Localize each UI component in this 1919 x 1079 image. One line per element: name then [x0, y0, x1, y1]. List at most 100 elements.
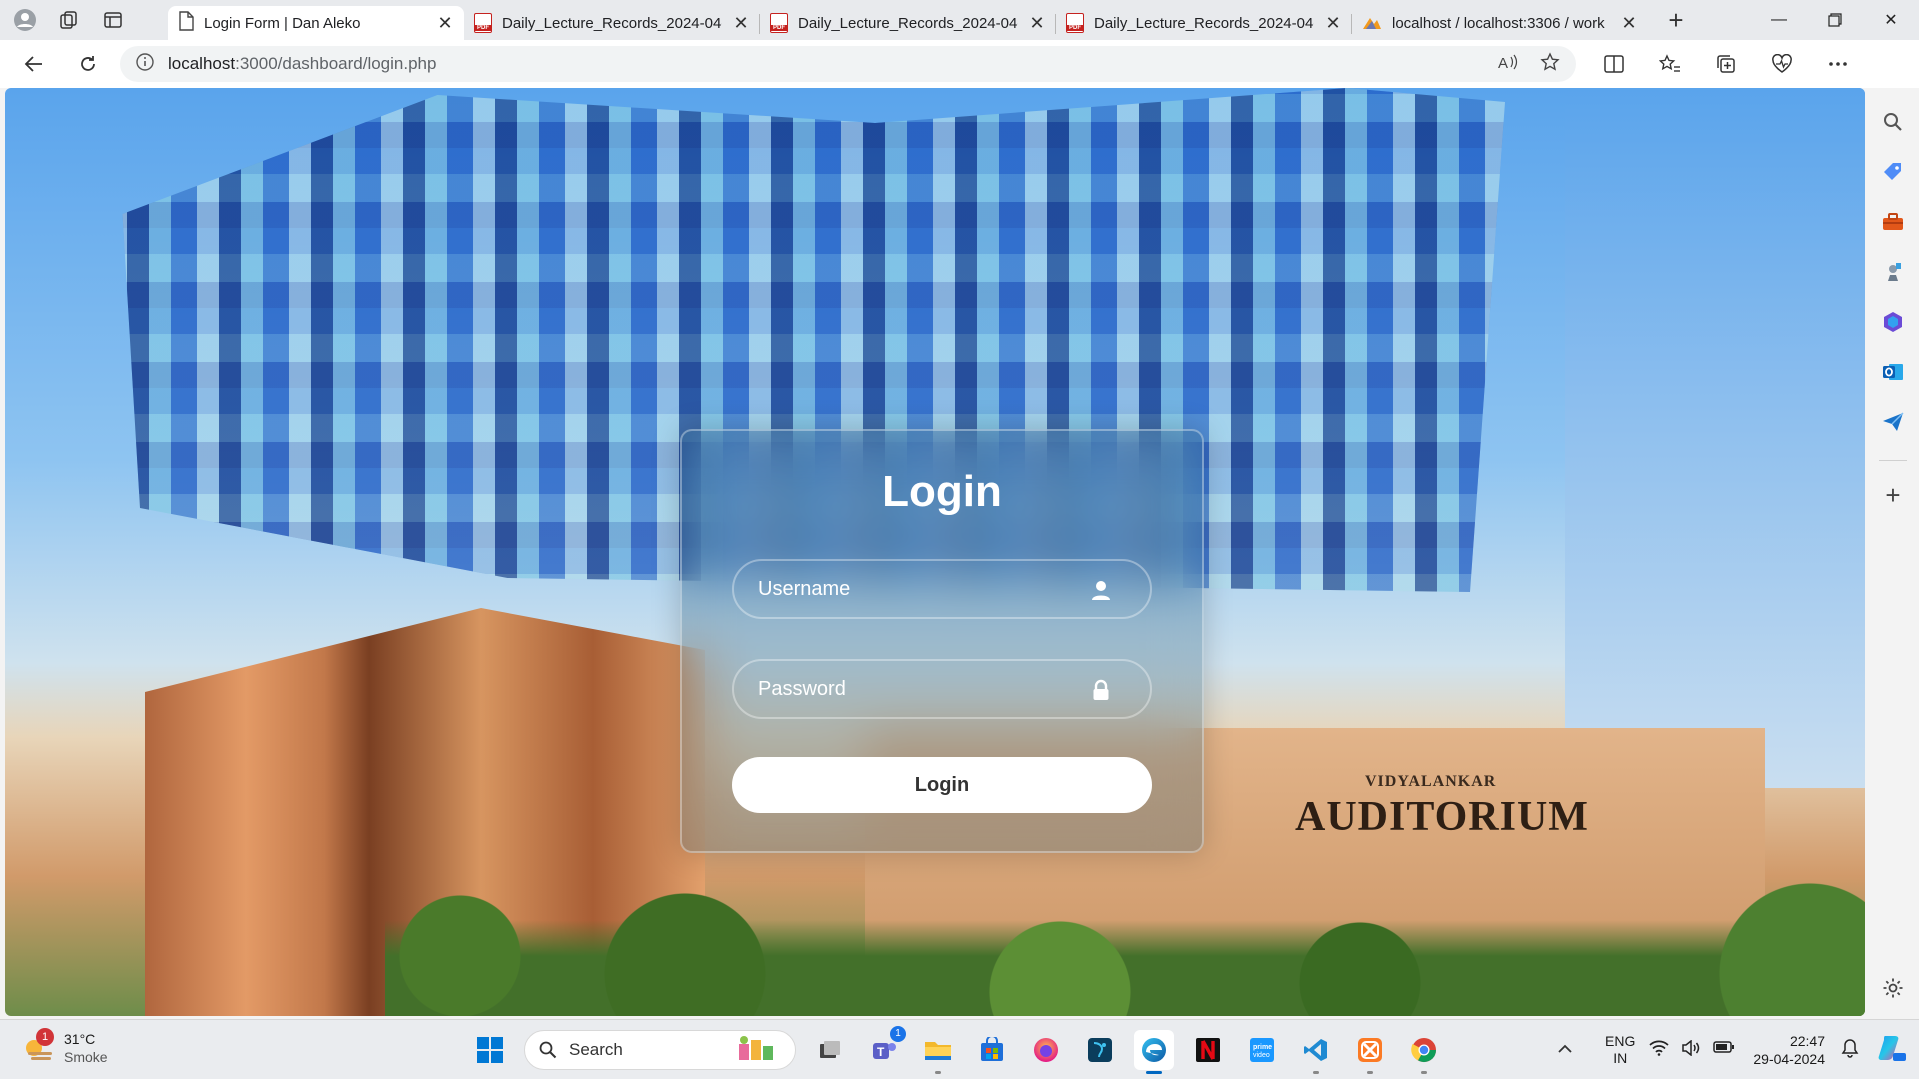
running-indicator: [1421, 1071, 1427, 1074]
vscode-icon[interactable]: [1296, 1030, 1336, 1074]
tab-phpmyadmin[interactable]: localhost / localhost:3306 / work ✕: [1352, 6, 1648, 40]
password-input[interactable]: [734, 661, 1150, 717]
search-highlight-icon: [737, 1034, 781, 1067]
close-icon[interactable]: ✕: [1324, 13, 1342, 33]
tab-strip-actions: [0, 7, 168, 33]
search-icon[interactable]: [1877, 106, 1909, 138]
firefox-icon[interactable]: [1026, 1030, 1066, 1070]
address-toolbar: localhost:3000/dashboard/login.php A: [0, 40, 1919, 116]
profile-icon[interactable]: [12, 7, 38, 33]
close-icon[interactable]: ✕: [1620, 13, 1638, 33]
tab-title: Daily_Lecture_Records_2024-04-: [1094, 14, 1314, 32]
tools-icon[interactable]: [1877, 206, 1909, 238]
running-indicator: [935, 1071, 941, 1074]
url-text[interactable]: localhost:3000/dashboard/login.php: [168, 54, 1498, 74]
workspaces-icon[interactable]: [56, 7, 82, 33]
outlook-icon[interactable]: [1877, 356, 1909, 388]
svg-text:T: T: [877, 1045, 885, 1059]
read-aloud-icon[interactable]: A: [1498, 53, 1518, 76]
system-tray: ENG IN 22:47 29-04-2024: [1557, 1020, 1919, 1079]
page-viewport: VIDYALANKAR AUDITORIUM Login Login: [5, 88, 1865, 1016]
prime-video-icon[interactable]: prime video: [1242, 1030, 1282, 1070]
teams-badge: 1: [890, 1026, 906, 1042]
sky: [1565, 88, 1865, 788]
file-explorer-icon[interactable]: [918, 1030, 958, 1074]
microsoft-365-icon[interactable]: [1877, 306, 1909, 338]
taskbar-search[interactable]: Search: [524, 1030, 796, 1070]
chevron-up-icon[interactable]: [1557, 1041, 1573, 1059]
pdf-icon: [474, 13, 492, 33]
login-form: Login Login: [680, 429, 1204, 853]
edge-sidebar: +: [1867, 88, 1919, 1016]
windows-start-icon[interactable]: [470, 1030, 510, 1070]
taskbar-apps: Search T 1 prime video: [470, 1026, 1444, 1074]
close-icon[interactable]: ✕: [732, 13, 750, 33]
input-language[interactable]: ENG IN: [1605, 1033, 1635, 1067]
svg-text:prime: prime: [1253, 1044, 1272, 1051]
close-icon[interactable]: ✕: [1028, 13, 1046, 33]
clock-time: 22:47: [1789, 1033, 1825, 1049]
more-options-icon[interactable]: [1820, 46, 1856, 82]
window-close-icon[interactable]: ✕: [1863, 0, 1919, 40]
username-field-wrapper: [732, 559, 1152, 619]
login-title: Login: [882, 467, 1002, 516]
clock[interactable]: 22:47 29-04-2024: [1753, 1032, 1825, 1068]
tab-login-form[interactable]: Login Form | Dan Aleko ✕: [168, 6, 464, 40]
shopping-tag-icon[interactable]: [1877, 156, 1909, 188]
settings-gear-icon[interactable]: [1877, 972, 1909, 1004]
pdf-icon: [770, 13, 788, 33]
refresh-button[interactable]: [68, 44, 108, 84]
add-icon[interactable]: +: [1877, 479, 1909, 511]
chrome-icon[interactable]: [1404, 1030, 1444, 1074]
phpmyadmin-icon: [1362, 15, 1382, 31]
database-app-icon[interactable]: [1080, 1030, 1120, 1070]
weather-sun-icon: 1: [22, 1028, 54, 1064]
address-bar[interactable]: localhost:3000/dashboard/login.php A: [120, 46, 1576, 82]
tray-icons[interactable]: [1649, 1038, 1735, 1061]
favorites-icon[interactable]: [1652, 46, 1688, 82]
netflix-icon[interactable]: [1188, 1030, 1228, 1070]
tab-lecture-records-3[interactable]: Daily_Lecture_Records_2024-04- ✕: [1056, 6, 1352, 40]
copilot-taskbar-icon[interactable]: [1877, 1033, 1907, 1068]
back-button[interactable]: [14, 44, 54, 84]
window-controls: — ✕: [1751, 0, 1919, 40]
tab-actions-icon[interactable]: [100, 7, 126, 33]
close-icon[interactable]: ✕: [436, 13, 454, 33]
xampp-icon[interactable]: [1350, 1030, 1390, 1074]
weather-text: 31°C Smoke: [64, 1030, 108, 1066]
minimize-icon[interactable]: —: [1751, 0, 1807, 40]
browser-essentials-icon[interactable]: [1764, 46, 1800, 82]
login-button[interactable]: Login: [732, 757, 1152, 813]
tab-title: localhost / localhost:3306 / work: [1392, 14, 1605, 32]
split-screen-icon[interactable]: [1596, 46, 1632, 82]
url-host: localhost: [168, 54, 236, 73]
weather-widget[interactable]: 1 31°C Smoke: [22, 1028, 108, 1066]
sidebar-divider: [1879, 460, 1907, 461]
running-indicator: [1367, 1071, 1373, 1074]
games-icon[interactable]: [1877, 256, 1909, 288]
new-tab-button[interactable]: +: [1656, 3, 1696, 37]
tab-lecture-records-2[interactable]: Daily_Lecture_Records_2024-04- ✕: [760, 6, 1056, 40]
weather-condition: Smoke: [64, 1049, 108, 1065]
notification-bell-icon[interactable]: [1841, 1038, 1859, 1063]
collections-icon[interactable]: [1708, 46, 1744, 82]
wifi-icon: [1649, 1040, 1669, 1061]
tab-title: Login Form | Dan Aleko: [204, 14, 361, 32]
edge-browser-icon[interactable]: [1134, 1030, 1174, 1074]
lang-line2: IN: [1613, 1050, 1628, 1066]
microsoft-store-icon[interactable]: [972, 1030, 1012, 1070]
username-input[interactable]: [734, 561, 1150, 617]
favorite-star-icon[interactable]: [1540, 51, 1560, 77]
tab-strip: Login Form | Dan Aleko ✕ Daily_Lecture_R…: [0, 0, 1919, 40]
send-icon[interactable]: [1877, 406, 1909, 438]
search-label: Search: [569, 1040, 623, 1059]
tab-lecture-records-1[interactable]: Daily_Lecture_Records_2024-04- ✕: [464, 6, 760, 40]
lang-line1: ENG: [1605, 1033, 1636, 1049]
user-icon: [1090, 579, 1112, 601]
toolbar-icons: [1596, 46, 1856, 82]
auditorium-sign-small: VIDYALANKAR: [1365, 773, 1497, 790]
teams-icon[interactable]: T 1: [864, 1026, 906, 1070]
restore-icon[interactable]: [1807, 0, 1863, 40]
task-view-icon[interactable]: [810, 1030, 850, 1070]
site-info-icon[interactable]: [136, 52, 154, 76]
